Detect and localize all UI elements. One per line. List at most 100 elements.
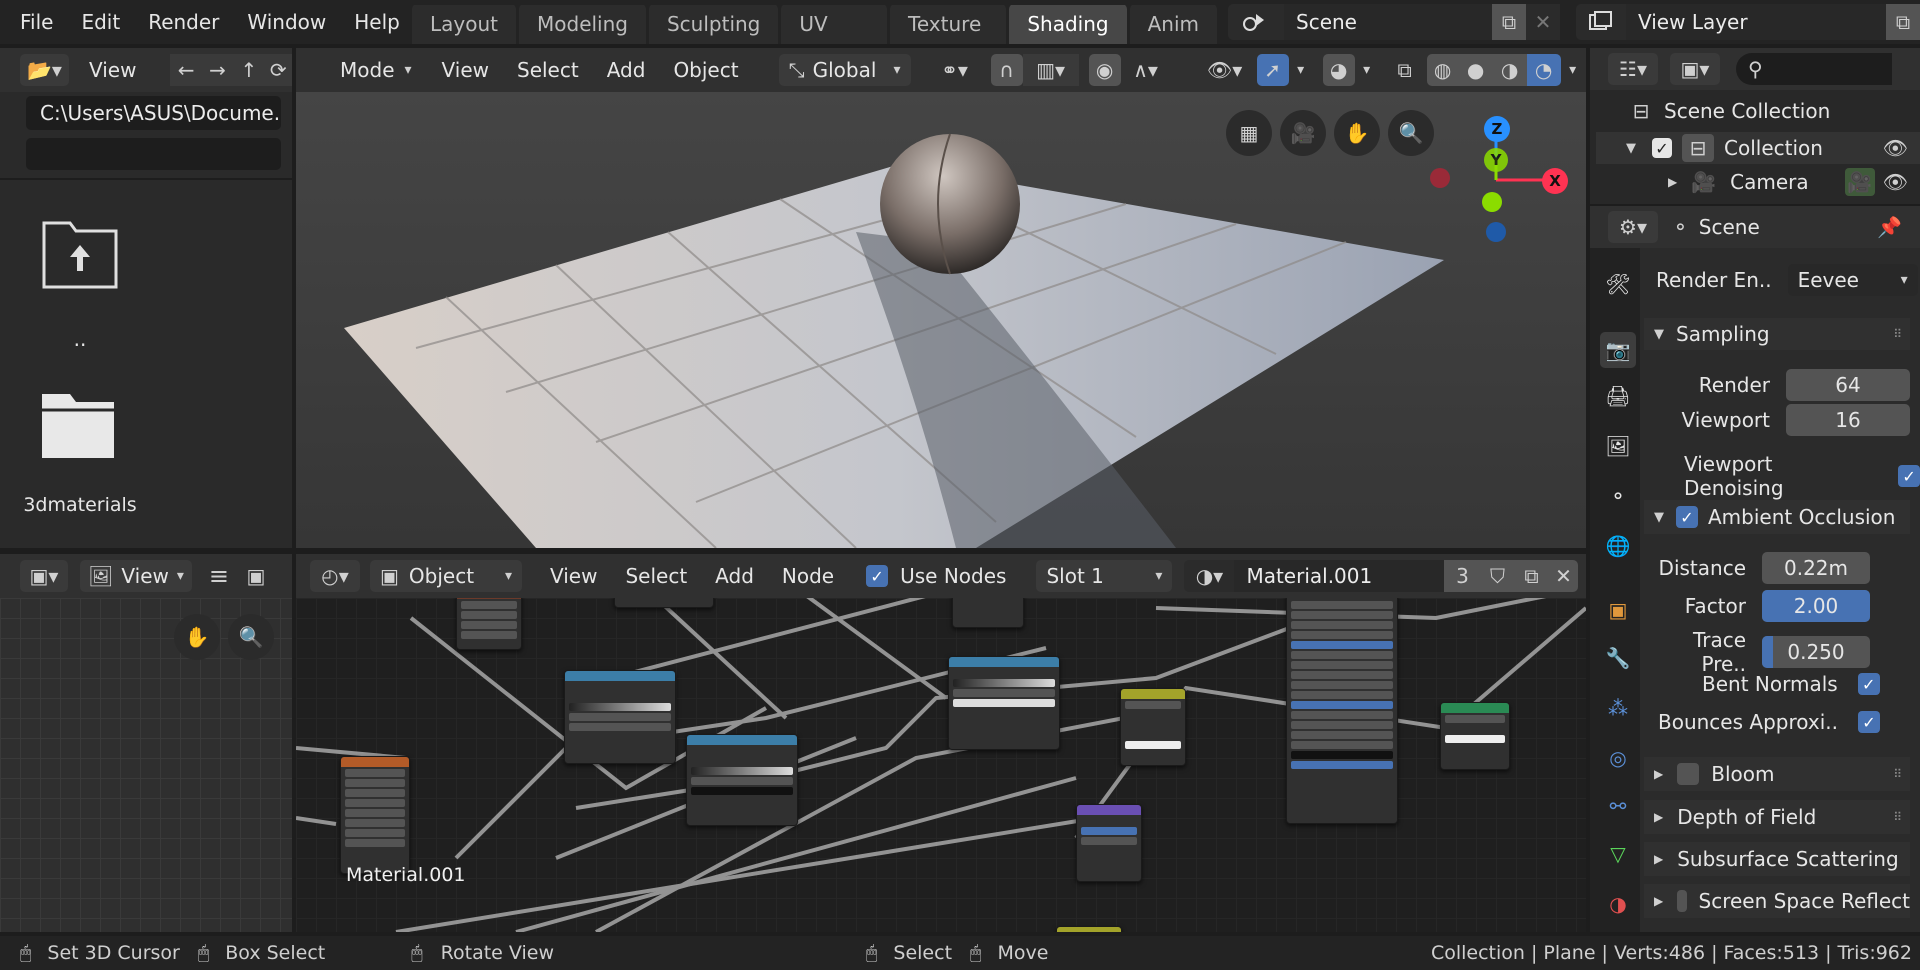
proportional-edit-icon[interactable]: ◉ [1088, 54, 1121, 86]
forward-arrow-icon[interactable]: → [201, 54, 234, 86]
sss-panel-header[interactable]: ▶ Subsurface Scattering [1644, 842, 1910, 876]
snap-icon[interactable]: ∩ [990, 54, 1023, 86]
editor-type-outliner-icon[interactable]: ☷▾ [1608, 53, 1658, 85]
node-principled-bsdf[interactable] [1286, 598, 1398, 824]
editor-type-properties-icon[interactable]: ⚙▾ [1608, 211, 1658, 243]
image-browse-icon[interactable]: ▣ [244, 564, 268, 588]
file-item-parent[interactable]: .. [30, 215, 130, 355]
menu-render[interactable]: Render [134, 0, 233, 44]
editor-type-file-browser-icon[interactable]: 📂▾ [20, 54, 69, 86]
node-mix-top[interactable] [614, 598, 714, 608]
viewport-menu-object[interactable]: Object [673, 58, 738, 82]
tab-shading[interactable]: Shading [1009, 5, 1127, 44]
shader-type-selector[interactable]: ▣ Object ▾ [370, 560, 522, 592]
menu-edit[interactable]: Edit [67, 0, 134, 44]
node-color-ramp-1[interactable] [564, 670, 676, 764]
constraints-tab-icon[interactable]: ⚯ [1600, 788, 1636, 824]
node-mix-1[interactable] [952, 598, 1024, 628]
editor-type-shader-icon[interactable]: ◴▾ [310, 560, 360, 592]
chevron-down-icon[interactable]: ▾ [1561, 62, 1585, 78]
outliner-search-input[interactable]: ⚲ [1736, 53, 1892, 85]
node-output[interactable] [1056, 926, 1122, 932]
orientation-selector[interactable]: ⤡ Global ▾ [778, 54, 911, 86]
material-name-field[interactable]: Material.001 [1234, 560, 1445, 592]
drag-handle-icon[interactable]: ⠿ [1893, 327, 1902, 341]
editor-type-image-icon[interactable]: ▣▾ [20, 560, 68, 592]
pan-hand-icon[interactable]: ✋ [1334, 110, 1380, 156]
ssr-panel-header[interactable]: ▶ Screen Space Reflect [1644, 884, 1910, 918]
modifier-tab-icon[interactable]: 🔧 [1600, 640, 1636, 676]
view-layer-name-field[interactable]: View Layer [1626, 4, 1886, 40]
node-mix-2[interactable] [1120, 688, 1186, 766]
node-menu-node[interactable]: Node [782, 564, 834, 588]
ambient-occlusion-panel-header[interactable]: ▼ ✓ Ambient Occlusion [1644, 500, 1910, 534]
file-path-field[interactable]: C:\Users\ASUS\Docume.. [26, 96, 281, 130]
tab-modeling[interactable]: Modeling [519, 5, 646, 44]
tab-layout[interactable]: Layout [412, 5, 516, 44]
eye-visibility-icon[interactable]: 👁 [1883, 136, 1908, 160]
tab-uv-editing[interactable]: UV Editing [781, 5, 888, 44]
unlink-material-icon[interactable]: ✕ [1548, 560, 1579, 592]
gizmo-y-axis[interactable]: Y [1484, 148, 1508, 172]
ao-factor-slider[interactable]: 2.00 [1762, 590, 1870, 622]
drag-handle-icon[interactable]: ⠿ [1893, 767, 1902, 781]
outliner-row-scene-collection[interactable]: ⊟ Scene Collection [1626, 96, 1831, 126]
use-nodes-checkbox[interactable]: ✓ [866, 565, 889, 587]
render-engine-dropdown[interactable]: Eevee ▾ [1787, 264, 1918, 296]
particles-tab-icon[interactable]: ⁂ [1600, 690, 1636, 726]
drag-handle-icon[interactable]: ⠿ [1893, 810, 1902, 824]
gizmo-x-axis[interactable]: X [1542, 168, 1568, 194]
output-tab-icon[interactable]: 🖨 [1600, 378, 1636, 414]
menu-window[interactable]: Window [233, 0, 340, 44]
duplicate-material-icon[interactable]: ⧉ [1514, 560, 1549, 592]
menu-help[interactable]: Help [340, 0, 414, 44]
eye-visibility-icon[interactable]: 👁 [1883, 170, 1908, 194]
falloff-icon[interactable]: ∧▾ [1121, 54, 1171, 86]
viewport-3d[interactable] [296, 92, 1586, 548]
node-menu-view[interactable]: View [550, 564, 597, 588]
ssr-checkbox[interactable] [1677, 890, 1687, 912]
collection-enable-checkbox[interactable]: ✓ [1652, 138, 1672, 158]
physics-tab-icon[interactable]: ◎ [1600, 740, 1636, 776]
node-noise-texture[interactable] [456, 598, 522, 650]
camera-view-icon[interactable]: 🎥 [1280, 110, 1326, 156]
material-tab-icon[interactable]: ◑ [1600, 886, 1636, 922]
overlay-icon[interactable]: ◕ [1322, 54, 1355, 86]
new-scene-icon[interactable]: ⧉ [1492, 4, 1526, 40]
chevron-down-icon[interactable]: ▾ [1289, 62, 1313, 78]
node-glossy-bsdf[interactable] [1440, 702, 1510, 770]
world-tab-icon[interactable]: 🌐 [1600, 528, 1636, 564]
scene-icon[interactable] [1228, 4, 1284, 40]
bloom-checkbox[interactable] [1677, 763, 1700, 785]
slot-selector[interactable]: Slot 1 ▾ [1036, 560, 1173, 592]
zoom-icon[interactable]: 🔍 [228, 614, 274, 660]
perspective-toggle-icon[interactable]: ▦ [1226, 110, 1272, 156]
node-musgrave-texture[interactable] [340, 756, 410, 874]
data-tab-icon[interactable]: ▽ [1600, 836, 1636, 872]
tab-sculpting[interactable]: Sculpting [648, 5, 779, 44]
ambient-occlusion-checkbox[interactable]: ✓ [1676, 506, 1698, 528]
bent-normals-checkbox[interactable]: ✓ [1857, 673, 1880, 695]
hamburger-menu-icon[interactable]: ≡ [204, 562, 234, 590]
shading-wireframe-icon[interactable]: ◍ [1426, 54, 1459, 86]
bounces-approx-checkbox[interactable]: ✓ [1857, 711, 1880, 733]
tab-animation[interactable]: Anim [1129, 5, 1217, 44]
xray-icon[interactable]: ⧉ [1389, 54, 1421, 86]
shading-solid-icon[interactable]: ● [1458, 54, 1493, 86]
expand-triangle-icon[interactable]: ▶ [1668, 175, 1677, 189]
gizmo-toggle-icon[interactable]: ➚ [1256, 54, 1289, 86]
sampling-panel-header[interactable]: ▼ Sampling ⠿ [1644, 318, 1910, 350]
tool-tab-icon[interactable]: 🛠 [1600, 266, 1636, 302]
display-mode-icon[interactable]: ▣▾ [1670, 53, 1720, 85]
node-color-ramp-2[interactable] [686, 734, 798, 826]
scene-tab-icon[interactable]: ⚬ [1600, 478, 1636, 514]
image-editor-view-menu[interactable]: 🖼 View ▾ [80, 560, 192, 592]
expand-triangle-icon[interactable]: ▼ [1626, 141, 1636, 156]
node-bump[interactable] [1076, 804, 1142, 882]
ao-trace-precision-slider[interactable]: 0.250 [1762, 636, 1870, 668]
viewport-samples-field[interactable]: 16 [1786, 404, 1910, 436]
material-users-count[interactable]: 3 [1444, 560, 1481, 592]
dof-panel-header[interactable]: ▶ Depth of Field ⠿ [1644, 800, 1910, 834]
scene-name-field[interactable]: Scene [1284, 4, 1492, 40]
file-item-3dmaterials[interactable]: 3dmaterials [20, 390, 140, 520]
